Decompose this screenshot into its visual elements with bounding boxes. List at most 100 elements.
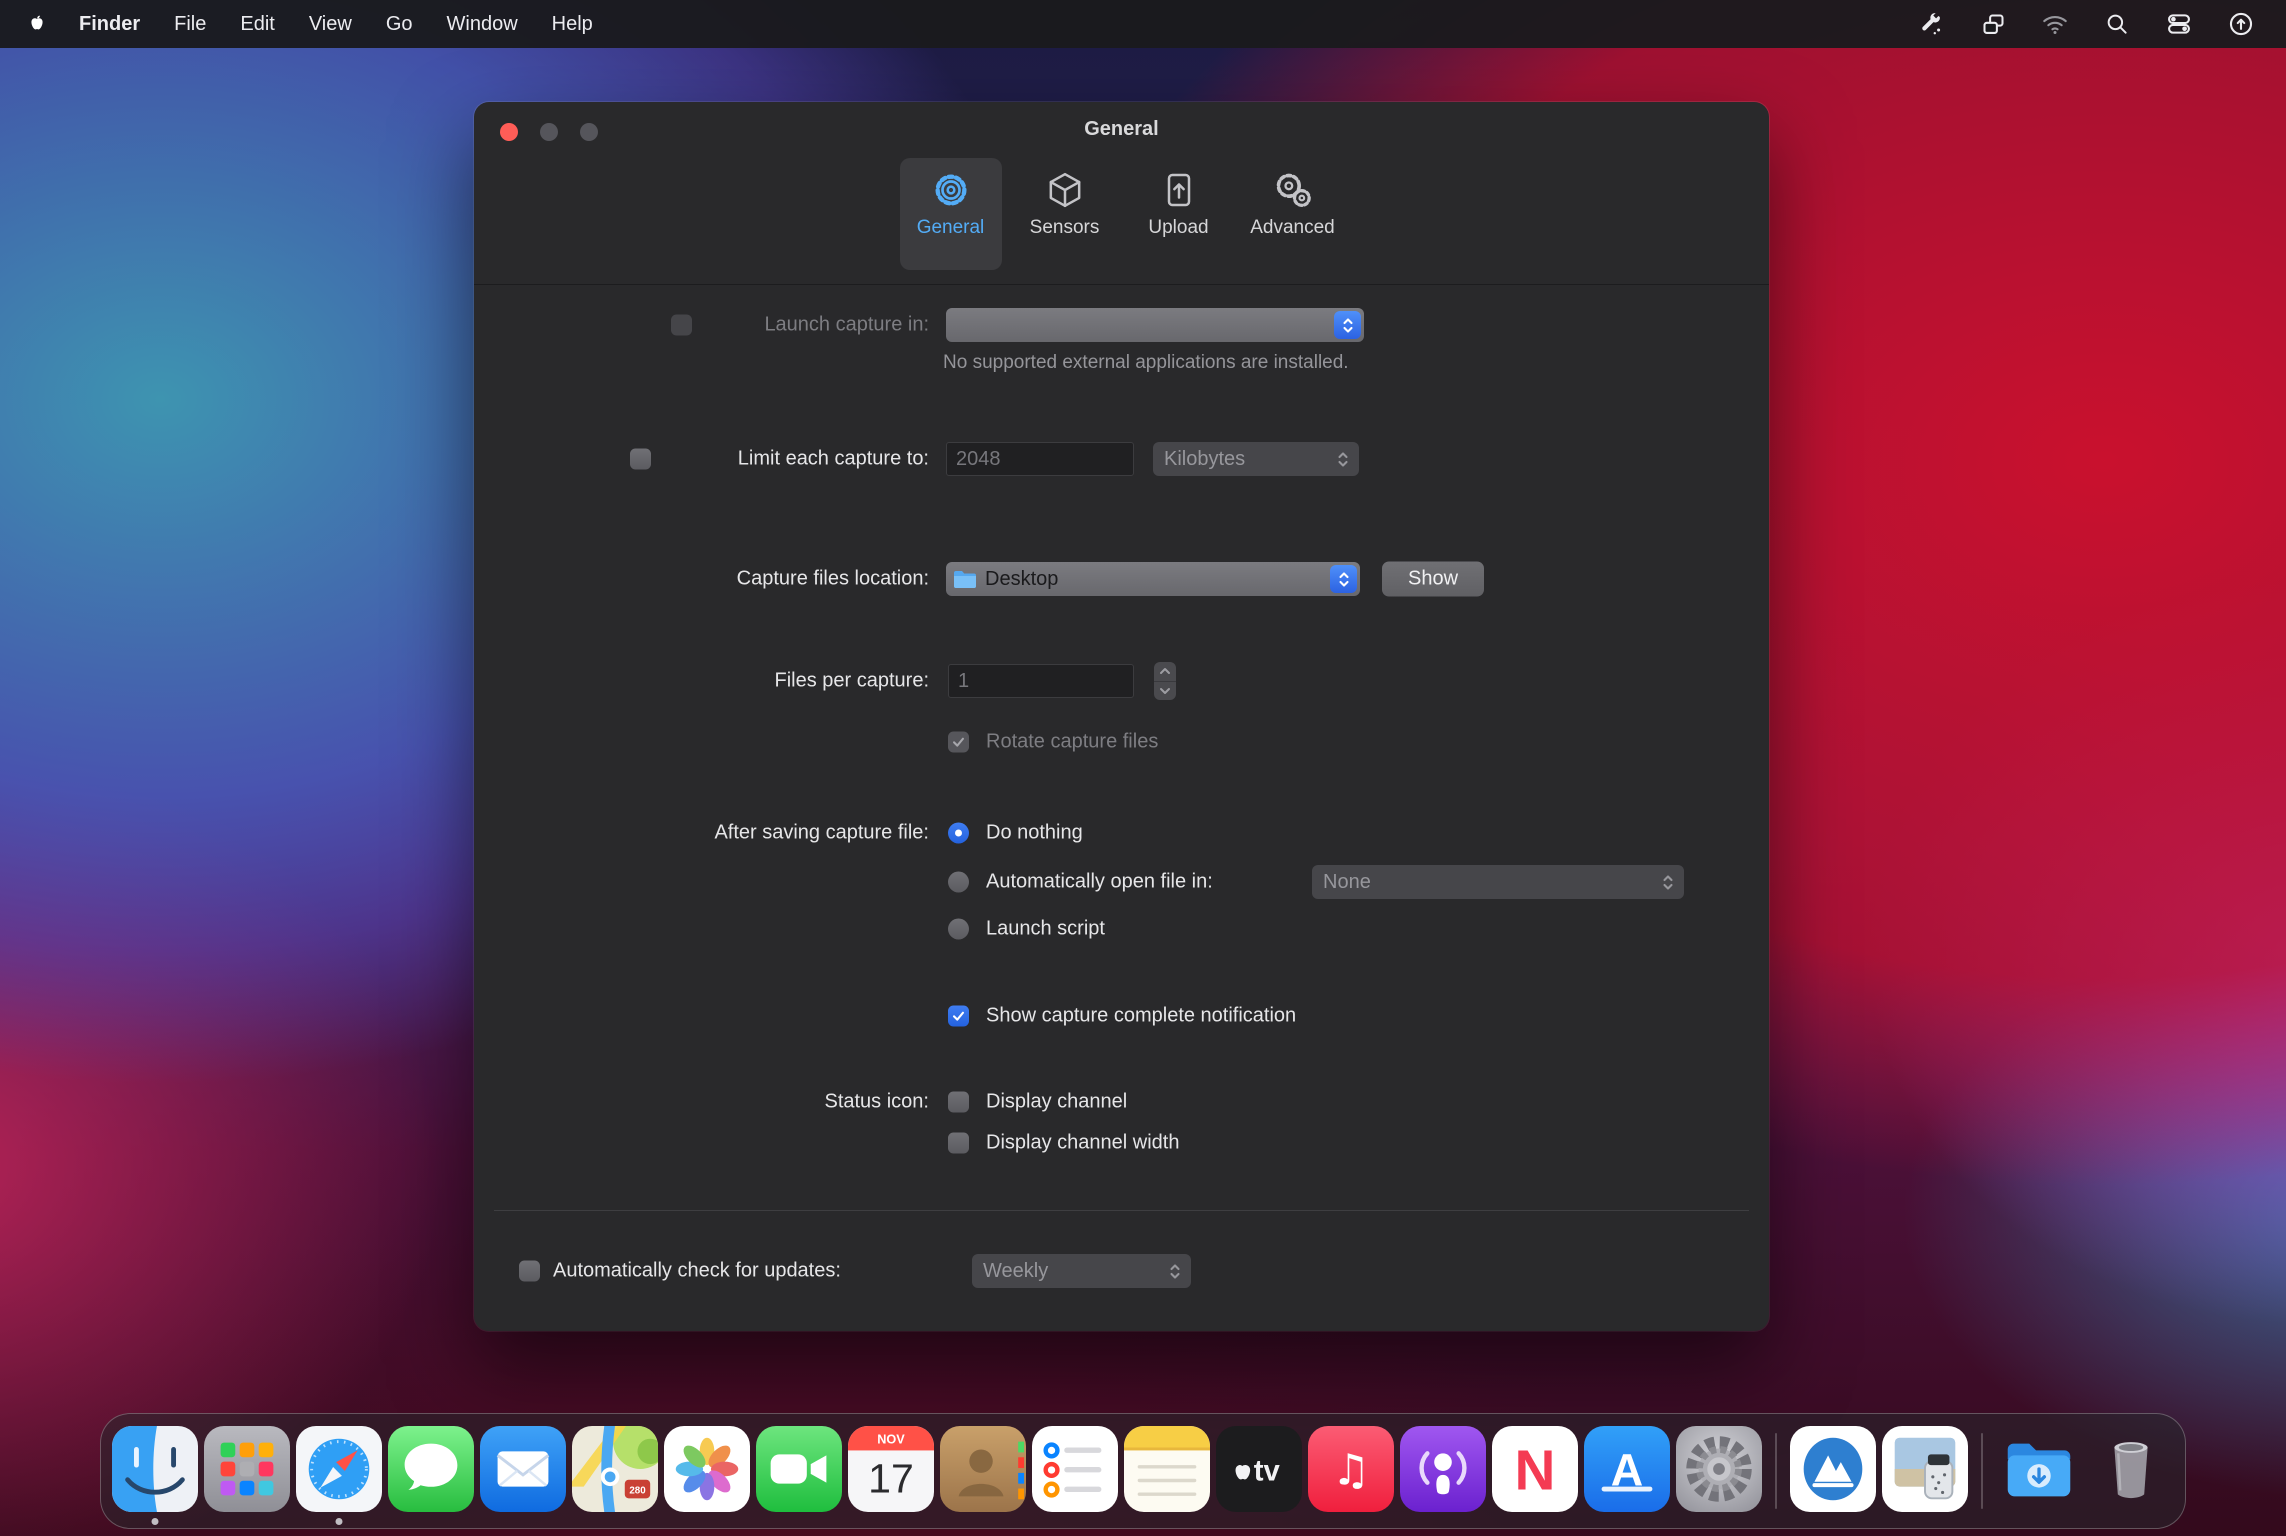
news-icon: N: [1492, 1426, 1578, 1512]
tab-advanced[interactable]: Advanced: [1242, 158, 1344, 270]
status-icon-label: Status icon:: [824, 1090, 929, 1113]
window-title: General: [1084, 118, 1159, 140]
do-nothing-radio[interactable]: [948, 822, 969, 844]
files-per-capture-label: Files per capture:: [774, 669, 929, 692]
windows-stack-icon[interactable]: [1970, 0, 2016, 48]
limit-capture-checkbox[interactable]: [630, 448, 651, 470]
news-letter: N: [1515, 1440, 1556, 1503]
menu-item-edit[interactable]: Edit: [223, 0, 291, 48]
preferences-window: General General Sensors Upload Advanced: [474, 102, 1769, 1331]
display-channel-width-checkbox[interactable]: [948, 1132, 969, 1154]
dock-item-messages[interactable]: [385, 1413, 477, 1529]
calendar-month-label: NOV: [877, 1433, 905, 1447]
gear-icon: [935, 174, 966, 206]
dock-item-maps[interactable]: 280: [569, 1413, 661, 1529]
trash-icon: [2088, 1426, 2174, 1512]
dock-item-app-store[interactable]: A: [1581, 1413, 1673, 1529]
dock-item-mail[interactable]: [477, 1413, 569, 1529]
menu-item-file[interactable]: File: [157, 0, 223, 48]
limit-unit-popup[interactable]: Kilobytes: [1153, 442, 1359, 476]
rotate-capture-label: Rotate capture files: [986, 730, 1159, 753]
rotate-capture-checkbox[interactable]: [948, 731, 969, 753]
messages-icon: [388, 1426, 474, 1512]
search-icon[interactable]: [2094, 0, 2140, 48]
tab-label: Advanced: [1250, 217, 1335, 238]
notes-icon: [1124, 1426, 1210, 1512]
downloads-folder-icon: [1996, 1426, 2082, 1512]
dock-item-launchpad[interactable]: [201, 1413, 293, 1529]
music-note-glyph: ♫: [1332, 1446, 1371, 1496]
dock-item-safari[interactable]: [293, 1413, 385, 1529]
dock-item-notes[interactable]: [1121, 1413, 1213, 1529]
dock-item-system-preferences[interactable]: [1673, 1413, 1765, 1529]
tab-general[interactable]: General: [899, 158, 1002, 270]
auto-open-popup[interactable]: None: [1312, 865, 1684, 899]
auto-update-checkbox[interactable]: [519, 1260, 540, 1282]
stepper-down-icon: [1154, 682, 1176, 701]
dock-item-calendar[interactable]: NOV 17: [845, 1413, 937, 1529]
menu-item-help[interactable]: Help: [535, 0, 610, 48]
popup-value: Kilobytes: [1164, 447, 1246, 470]
display-channel-label: Display channel: [986, 1090, 1128, 1113]
apple-tv-icon: tv: [1216, 1426, 1302, 1512]
tab-label: Sensors: [1029, 217, 1100, 238]
menu-bar: Finder File Edit View Go Window Help: [0, 0, 2286, 48]
popup-chevrons-icon: [1337, 450, 1349, 469]
capture-location-popup[interactable]: Desktop: [946, 562, 1360, 596]
tab-sensors[interactable]: Sensors: [1014, 158, 1116, 270]
launch-script-label: Launch script: [986, 917, 1105, 940]
apple-menu-icon[interactable]: [26, 13, 48, 35]
tab-label: General: [916, 217, 985, 238]
menu-item-go[interactable]: Go: [369, 0, 430, 48]
menu-item-view[interactable]: View: [292, 0, 369, 48]
limit-size-field[interactable]: [946, 442, 1134, 476]
dock-item-trash[interactable]: [2085, 1413, 2177, 1529]
do-nothing-label: Do nothing: [986, 821, 1083, 844]
dock-item-podcasts[interactable]: [1397, 1413, 1489, 1529]
auto-update-popup[interactable]: Weekly: [972, 1254, 1191, 1288]
show-button[interactable]: Show: [1382, 561, 1485, 597]
notification-label: Show capture complete notification: [986, 1004, 1297, 1027]
menu-item-window[interactable]: Window: [430, 0, 535, 48]
dock-item-apple-tv[interactable]: tv: [1213, 1413, 1305, 1529]
popup-chevrons-icon: [1662, 873, 1674, 892]
section-divider: [494, 1210, 1749, 1211]
menu-app-name[interactable]: Finder: [62, 0, 157, 48]
reminders-icon: [1032, 1426, 1118, 1512]
dock-item-contacts[interactable]: [937, 1413, 1029, 1529]
launch-capture-popup[interactable]: [946, 308, 1364, 342]
launch-capture-checkbox[interactable]: [671, 314, 692, 336]
files-per-capture-stepper[interactable]: [1154, 662, 1176, 700]
dock-item-finder[interactable]: [109, 1413, 201, 1529]
tools-icon[interactable]: [1908, 0, 1954, 48]
dock-item-photo-utility-app[interactable]: [1879, 1413, 1971, 1529]
dock-item-mountain-app[interactable]: [1787, 1413, 1879, 1529]
after-saving-label: After saving capture file:: [714, 821, 929, 844]
dock-item-facetime[interactable]: [753, 1413, 845, 1529]
popup-value: Desktop: [985, 567, 1059, 590]
display-channel-checkbox[interactable]: [948, 1091, 969, 1113]
dock-item-reminders[interactable]: [1029, 1413, 1121, 1529]
wifi-icon[interactable]: [2032, 0, 2078, 48]
dock-item-downloads[interactable]: [1993, 1413, 2085, 1529]
tab-upload[interactable]: Upload: [1128, 158, 1230, 270]
toolbar-tabs: General Sensors Upload Advanced: [899, 158, 1344, 270]
control-center-icon[interactable]: [2156, 0, 2202, 48]
auto-open-radio[interactable]: [948, 871, 969, 893]
dock-divider: [1775, 1433, 1777, 1509]
dock-divider: [1981, 1433, 1983, 1509]
dock-item-news[interactable]: N: [1489, 1413, 1581, 1529]
calendar-day-label: 17: [868, 1455, 914, 1501]
display-channel-width-label: Display channel width: [986, 1131, 1180, 1154]
launch-script-radio[interactable]: [948, 918, 969, 940]
auto-open-label: Automatically open file in:: [986, 870, 1213, 893]
photo-utility-app-icon: [1882, 1426, 1968, 1512]
dock-item-music[interactable]: ♫: [1305, 1413, 1397, 1529]
notification-checkbox[interactable]: [948, 1005, 969, 1027]
facetime-icon: [756, 1426, 842, 1512]
dock-item-photos[interactable]: [661, 1413, 753, 1529]
auto-update-label: Automatically check for updates:: [553, 1259, 841, 1282]
circle-arrow-icon[interactable]: [2218, 0, 2264, 48]
popup-value: Weekly: [983, 1259, 1049, 1282]
files-per-capture-field[interactable]: [948, 664, 1134, 698]
